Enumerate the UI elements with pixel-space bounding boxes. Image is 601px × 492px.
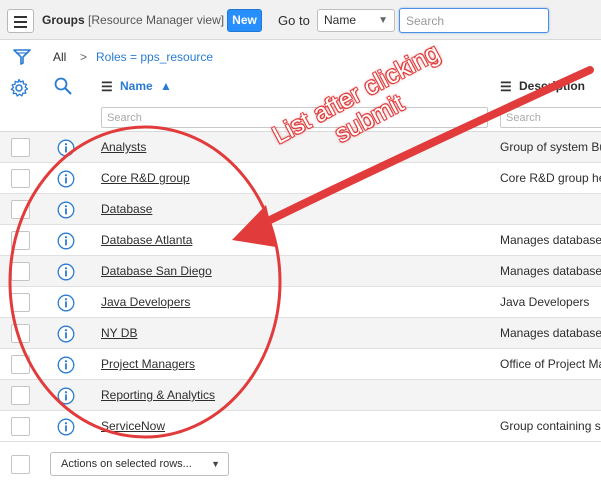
table-row: ServiceNow Group containing s <box>0 411 601 442</box>
context-menu-button[interactable] <box>7 9 34 33</box>
list-title: Groups <box>42 13 85 27</box>
list-search-input[interactable] <box>399 8 549 33</box>
hamburger-line <box>14 16 27 18</box>
row-description: Core R&D group he <box>500 171 601 185</box>
row-name-link[interactable]: ServiceNow <box>101 419 165 433</box>
column-menu-icon[interactable]: ☰ <box>101 79 113 95</box>
actions-on-selected-rows-select[interactable]: Actions on selected rows... ▼ <box>50 452 229 476</box>
goto-field-value: Name <box>324 13 357 27</box>
hamburger-line <box>14 26 27 28</box>
breadcrumb-all[interactable]: All <box>53 50 66 64</box>
row-description: Group of system Bu <box>500 140 601 154</box>
info-icon[interactable] <box>57 356 75 374</box>
row-name-link[interactable]: Database San Diego <box>101 264 212 278</box>
row-name-link[interactable]: Analysts <box>101 140 146 154</box>
table-row: Database Atlanta Manages database <box>0 225 601 256</box>
goto-label: Go to <box>278 13 310 28</box>
row-name-link[interactable]: Java Developers <box>101 295 190 309</box>
breadcrumb: All > Roles = pps_resource <box>0 40 601 72</box>
new-button[interactable]: New <box>227 9 262 32</box>
column-header-description-label: Description <box>519 79 586 93</box>
table-row: NY DB Manages database <box>0 318 601 349</box>
info-icon[interactable] <box>57 139 75 157</box>
actions-select-label: Actions on selected rows... <box>61 458 192 470</box>
table-row: Project Managers Office of Project Ma <box>0 349 601 380</box>
row-name-link[interactable]: Project Managers <box>101 357 195 371</box>
row-name-link[interactable]: NY DB <box>101 326 137 340</box>
row-checkbox[interactable] <box>11 200 30 219</box>
breadcrumb-separator: > <box>80 50 88 64</box>
row-checkbox[interactable] <box>11 293 30 312</box>
name-column-search-input[interactable] <box>101 107 488 128</box>
info-icon[interactable] <box>57 325 75 343</box>
column-menu-icon[interactable]: ☰ <box>500 79 512 95</box>
column-header-name[interactable]: ☰ Name ▲ <box>101 79 172 95</box>
info-icon[interactable] <box>57 232 75 250</box>
info-icon[interactable] <box>57 418 75 436</box>
row-description: Group containing s <box>500 419 601 433</box>
column-header-row: ☰ Name ▲ ☰ Description <box>0 72 601 104</box>
page-title: Groups [Resource Manager view] <box>42 13 224 27</box>
filter-icon[interactable] <box>12 48 32 66</box>
chevron-down-icon: ▼ <box>378 15 388 26</box>
goto-field-select[interactable]: Name ▼ <box>317 9 395 32</box>
sort-ascending-icon: ▲ <box>160 79 172 93</box>
column-header-description[interactable]: ☰ Description <box>500 79 585 95</box>
row-description: Java Developers <box>500 295 590 309</box>
row-checkbox[interactable] <box>11 169 30 188</box>
list-view-label: [Resource Manager view] <box>88 13 225 27</box>
row-description: Manages database <box>500 233 601 247</box>
info-icon[interactable] <box>57 170 75 188</box>
column-header-name-label: Name <box>120 79 153 93</box>
info-icon[interactable] <box>57 201 75 219</box>
gear-icon[interactable] <box>9 78 29 98</box>
table-row: Java Developers Java Developers <box>0 287 601 318</box>
row-name-link[interactable]: Reporting & Analytics <box>101 388 215 402</box>
row-name-link[interactable]: Database <box>101 202 152 216</box>
column-search-row <box>0 104 601 132</box>
list-header: Groups [Resource Manager view] New Go to… <box>0 0 601 40</box>
row-description: Manages database <box>500 264 601 278</box>
hamburger-line <box>14 21 27 23</box>
row-checkbox[interactable] <box>11 231 30 250</box>
row-checkbox[interactable] <box>11 355 30 374</box>
row-checkbox[interactable] <box>11 138 30 157</box>
list-footer: Actions on selected rows... ▼ <box>0 442 601 492</box>
list-rows: Analysts Group of system Bu Core R&D group… <box>0 132 601 442</box>
table-row: Reporting & Analytics <box>0 380 601 411</box>
row-checkbox[interactable] <box>11 386 30 405</box>
row-name-link[interactable]: Core R&D group <box>101 171 190 185</box>
table-row: Core R&D group Core R&D group he <box>0 163 601 194</box>
row-name-link[interactable]: Database Atlanta <box>101 233 192 247</box>
info-icon[interactable] <box>57 263 75 281</box>
row-checkbox[interactable] <box>11 324 30 343</box>
table-row: Analysts Group of system Bu <box>0 132 601 163</box>
search-icon[interactable] <box>53 76 73 96</box>
breadcrumb-filter-roles[interactable]: Roles = pps_resource <box>96 50 213 64</box>
description-column-search-input[interactable] <box>500 107 601 128</box>
row-description: Office of Project Ma <box>500 357 601 371</box>
chevron-down-icon: ▼ <box>211 459 220 469</box>
table-row: Database San Diego Manages database <box>0 256 601 287</box>
select-all-checkbox[interactable] <box>11 455 30 474</box>
info-icon[interactable] <box>57 387 75 405</box>
row-description: Manages database <box>500 326 601 340</box>
table-row: Database <box>0 194 601 225</box>
row-checkbox[interactable] <box>11 417 30 436</box>
row-checkbox[interactable] <box>11 262 30 281</box>
info-icon[interactable] <box>57 294 75 312</box>
